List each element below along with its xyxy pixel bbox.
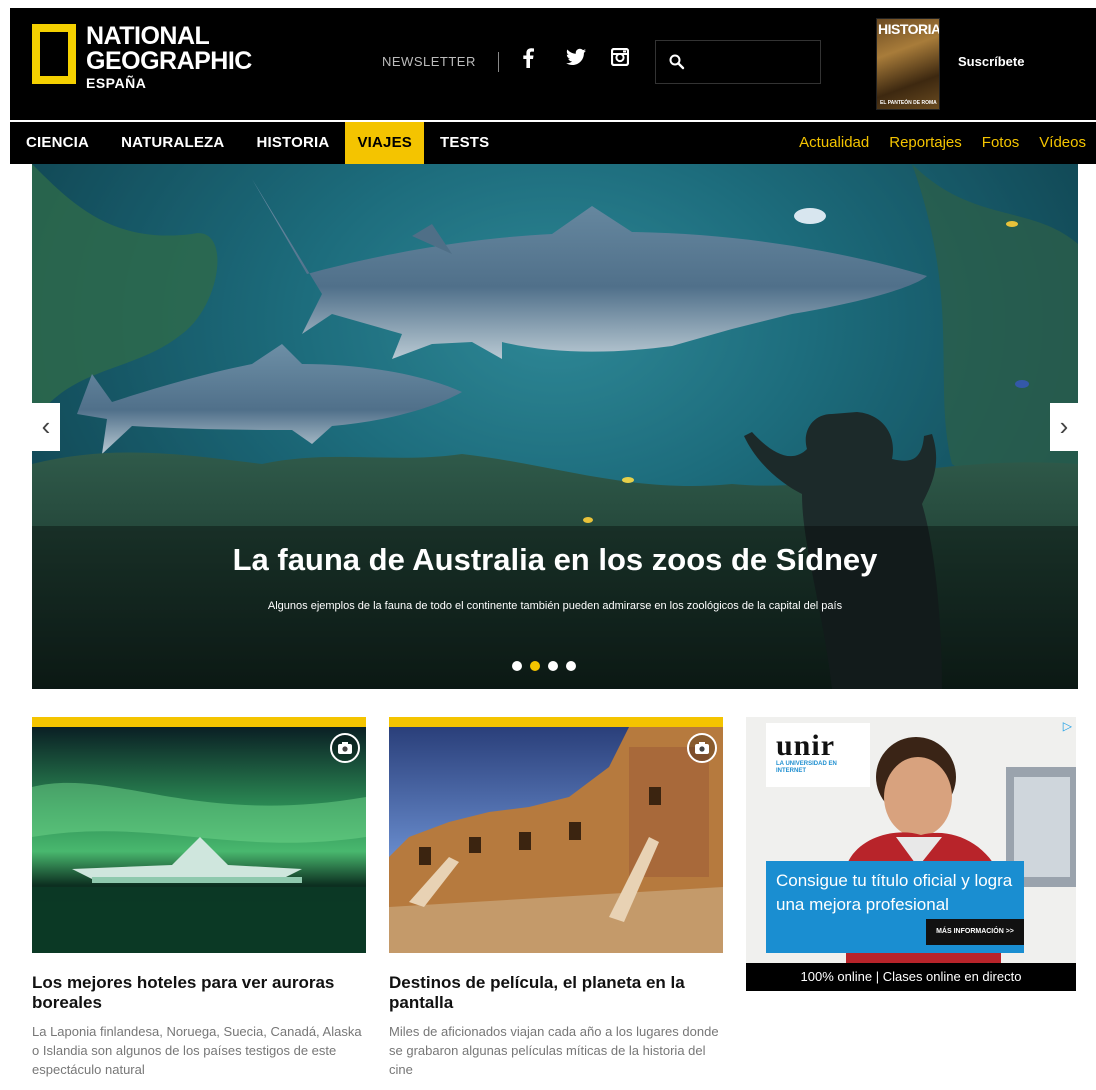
card-summary: La Laponia finlandesa, Noruega, Suecia, …: [32, 1024, 362, 1077]
card-accent-bar: [389, 717, 723, 727]
adchoices-icon[interactable]: ▷: [1063, 719, 1072, 733]
ad-logo-text: unir: [776, 729, 836, 762]
slider-dot-4[interactable]: [566, 661, 576, 671]
card-title[interactable]: Los mejores hoteles para ver auroras bor…: [32, 973, 366, 1013]
instagram-icon[interactable]: [608, 48, 632, 66]
ad-footer: 100% online | Clases online en directo: [746, 963, 1076, 991]
hero-slider[interactable]: La fauna de Australia en los zoos de Síd…: [32, 164, 1078, 689]
hero-subtitle: Algunos ejemplos de la fauna de todo el …: [267, 600, 843, 612]
subscribe-link[interactable]: Suscríbete: [958, 54, 1024, 69]
nav-item-actualidad[interactable]: Actualidad: [789, 122, 879, 164]
hero-title[interactable]: La fauna de Australia en los zoos de Síd…: [32, 542, 1078, 578]
aurora-image: [32, 727, 366, 953]
magazine-title: HISTORIA: [878, 21, 940, 37]
site-logo[interactable]: NATIONAL GEOGRAPHIC ESPAÑA: [32, 24, 252, 90]
logo-yellow-frame: [32, 24, 76, 84]
slider-dot-1[interactable]: [512, 661, 522, 671]
slider-dot-3[interactable]: [548, 661, 558, 671]
search-icon[interactable]: [668, 53, 686, 76]
ad-logo-unir[interactable]: unir LA UNIVERSIDAD EN INTERNET: [766, 723, 870, 787]
nav-item-tests[interactable]: TESTS: [424, 122, 505, 164]
camera-icon[interactable]: [687, 733, 717, 763]
slider-dot-2[interactable]: [530, 661, 540, 671]
logo-line-espana: ESPAÑA: [86, 75, 147, 91]
nav-item-naturaleza[interactable]: NATURALEZA: [105, 122, 240, 164]
logo-line-national: NATIONAL: [86, 22, 210, 50]
site-header: NATIONAL GEOGRAPHIC ESPAÑA NEWSLETTER HI…: [10, 8, 1096, 120]
search-box[interactable]: [655, 40, 821, 84]
nav-item-ciencia[interactable]: CIENCIA: [10, 122, 105, 164]
nav-item-videos[interactable]: Vídeos: [1029, 122, 1096, 164]
nav-item-viajes[interactable]: VIAJES: [345, 122, 425, 164]
nav-item-fotos[interactable]: Fotos: [972, 122, 1030, 164]
ad-logo-subtext: LA UNIVERSIDAD EN INTERNET: [776, 761, 837, 774]
card-accent-bar: [32, 717, 366, 727]
slider-dots: [512, 661, 584, 671]
article-card-1[interactable]: Los mejores hoteles para ver auroras bor…: [32, 717, 366, 1079]
card-summary: Miles de aficionados viajan cada año a l…: [389, 1024, 719, 1077]
logo-line-geographic: GEOGRAPHIC: [86, 47, 252, 75]
article-card-2[interactable]: Destinos de película, el planeta en la p…: [389, 717, 723, 1079]
logo-text: NATIONAL GEOGRAPHIC ESPAÑA: [86, 22, 252, 91]
nav-item-historia[interactable]: HISTORIA: [240, 122, 345, 164]
advertisement[interactable]: unir LA UNIVERSIDAD EN INTERNET Consigue…: [746, 717, 1076, 991]
card-image-aurora[interactable]: [32, 727, 366, 953]
ad-cta-button[interactable]: MÁS INFORMACIÓN >>: [926, 919, 1024, 945]
nav-item-reportajes[interactable]: Reportajes: [879, 122, 972, 164]
card-image-ksar[interactable]: [389, 727, 723, 953]
main-nav: CIENCIA NATURALEZA HISTORIA VIAJES TESTS…: [10, 122, 1096, 164]
chevron-left-icon[interactable]: ‹: [32, 403, 60, 451]
divider: [498, 52, 499, 72]
chevron-right-icon[interactable]: ›: [1050, 403, 1078, 451]
facebook-icon[interactable]: [516, 48, 540, 68]
card-title[interactable]: Destinos de película, el planeta en la p…: [389, 973, 723, 1013]
primary-nav: CIENCIA NATURALEZA HISTORIA VIAJES TESTS: [10, 122, 505, 164]
newsletter-link[interactable]: NEWSLETTER: [382, 54, 476, 69]
camera-icon[interactable]: [330, 733, 360, 763]
magazine-cover[interactable]: HISTORIA EL PANTEÓN DE ROMA: [876, 18, 940, 110]
twitter-icon[interactable]: [564, 48, 588, 66]
magazine-subtitle: EL PANTEÓN DE ROMA: [880, 99, 937, 106]
ksar-image: [389, 727, 723, 953]
secondary-nav: Actualidad Reportajes Fotos Vídeos: [789, 122, 1096, 164]
